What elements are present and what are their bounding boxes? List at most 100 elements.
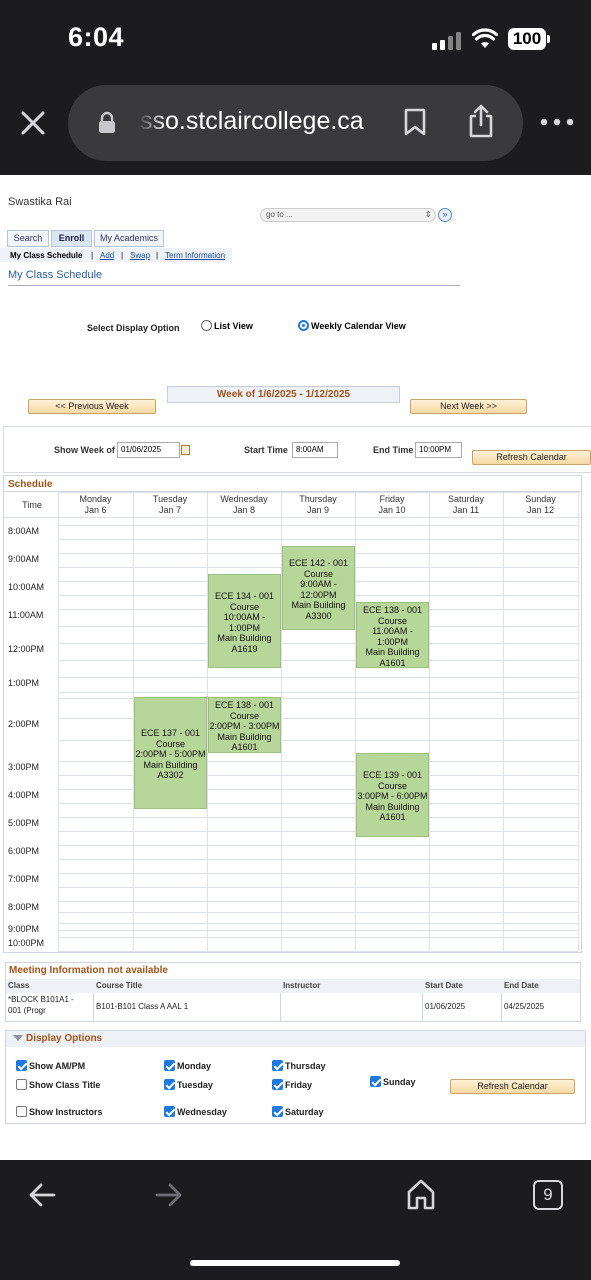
day-name: Thursday	[299, 494, 337, 504]
time-label: 8:00PM	[8, 902, 40, 912]
thursday-checkbox[interactable]	[272, 1060, 283, 1071]
tab-my-academics[interactable]: My Academics	[94, 230, 164, 247]
event-line: A3300	[305, 610, 332, 621]
grid-row-line	[58, 901, 578, 902]
refresh-calendar-button[interactable]: Refresh Calendar	[472, 450, 591, 465]
weekly-calendar-view-radio[interactable]	[298, 320, 309, 331]
event-line: 9:00AM -	[300, 579, 337, 589]
show-week-input[interactable]: 01/06/2025	[117, 442, 180, 458]
time-label: 6:00PM	[8, 846, 40, 856]
day-date: Jan 6	[84, 505, 107, 515]
url-fade	[138, 103, 166, 143]
day-date: Jan 11	[452, 505, 480, 515]
time-label: 7:00PM	[8, 874, 40, 884]
event-line: ECE 134 - 001	[214, 591, 275, 601]
forward-arrow-icon[interactable]	[155, 1182, 183, 1208]
grid-row-line	[58, 937, 578, 938]
time-label: 9:00PM	[8, 924, 40, 934]
address-bar[interactable]: sso.stclaircollege.ca	[68, 85, 523, 161]
tuesday-label: Tuesday	[177, 1080, 213, 1090]
bookmark-icon[interactable]	[404, 108, 426, 136]
more-icon[interactable]	[540, 118, 574, 126]
sunday-checkbox[interactable]	[370, 1076, 381, 1087]
grid-row-line	[58, 912, 578, 913]
column-header-course-title: Course Title	[96, 981, 143, 990]
day-date: Jan 7	[158, 505, 182, 515]
goto-button[interactable]: »	[438, 208, 452, 222]
event-line: A1619	[231, 643, 258, 654]
day-header-saturday: Saturday Jan 11	[429, 494, 503, 516]
home-icon[interactable]	[406, 1178, 436, 1210]
title-divider	[8, 285, 460, 286]
event-line: Main Building	[143, 759, 198, 770]
previous-week-button[interactable]: << Previous Week	[28, 399, 156, 414]
column-header-class: Class	[8, 981, 30, 990]
column-divider	[501, 993, 502, 1021]
monday-checkbox[interactable]	[164, 1060, 175, 1071]
wednesday-label: Wednesday	[177, 1107, 227, 1117]
class-event[interactable]: ECE 138 - 001 Course 11:00AM -1:00PM Main B…	[356, 602, 429, 668]
tuesday-checkbox[interactable]	[164, 1079, 175, 1090]
subnav-link-term-information[interactable]: Term Information	[165, 251, 225, 260]
class-event[interactable]: ECE 139 - 001 Course 3:00PM - 6:00PM Main B…	[356, 753, 429, 837]
end-time-input[interactable]: 10:00PM	[415, 442, 462, 458]
time-label: 4:00PM	[8, 790, 40, 800]
show-class-title-checkbox[interactable]	[16, 1079, 27, 1090]
student-name: Swastika Rai	[8, 196, 72, 208]
day-name: Friday	[379, 494, 405, 504]
event-line: ECE 138 - 001	[214, 700, 275, 710]
class-event[interactable]: ECE 137 - 001 Course 2:00PM - 5:00PM Main B…	[134, 697, 207, 809]
close-icon[interactable]	[20, 110, 46, 136]
grid-row-line	[58, 873, 578, 874]
collapse-triangle-icon[interactable]	[13, 1035, 23, 1041]
event-line: ECE 142 - 001	[288, 558, 349, 568]
sub-navigation: My Class Schedule | Add | Swap | Term In…	[0, 248, 232, 262]
column-divider	[422, 993, 423, 1021]
subnav-link-swap[interactable]: Swap	[130, 251, 150, 260]
event-line: A3302	[157, 770, 184, 780]
refresh-calendar-button[interactable]: Refresh Calendar	[450, 1079, 575, 1094]
event-line: Course	[377, 780, 407, 791]
day-date: Jan 8	[232, 505, 256, 515]
list-view-radio[interactable]	[201, 320, 212, 331]
next-week-button[interactable]: Next Week >>	[410, 399, 527, 414]
day-header-sunday: Sunday Jan 12	[503, 494, 578, 516]
show-instructors-checkbox[interactable]	[16, 1106, 27, 1117]
share-icon[interactable]	[468, 104, 494, 138]
show-am-pm-checkbox[interactable]	[16, 1060, 27, 1071]
wednesday-checkbox[interactable]	[164, 1106, 175, 1117]
tab-enroll[interactable]: Enroll	[51, 230, 92, 247]
show-week-label: Show Week of	[54, 445, 115, 455]
grid-row-line	[4, 517, 581, 518]
class-event[interactable]: ECE 134 - 001 Course 10:00AM -1:00PM Main B…	[208, 574, 281, 668]
show-class-title-label: Show Class Title	[29, 1080, 101, 1090]
back-arrow-icon[interactable]	[28, 1182, 56, 1208]
time-label: 10:00AM	[8, 582, 45, 592]
calendar-icon[interactable]	[181, 445, 190, 455]
meeting-info-title: Meeting Information not available	[9, 965, 168, 976]
cell-course-title: B101-B101 Class A AAL 1	[96, 1002, 189, 1011]
friday-checkbox[interactable]	[272, 1079, 283, 1090]
class-event[interactable]: ECE 142 - 001 Course 9:00AM -12:00PM Main B…	[282, 546, 355, 630]
event-line: Course	[303, 568, 333, 579]
grid-row-line	[58, 677, 578, 678]
day-name: Wednesday	[220, 494, 268, 504]
tab-search[interactable]: Search	[7, 230, 49, 247]
subnav-link-add[interactable]: Add	[100, 251, 114, 260]
event-line: Main Building	[217, 633, 272, 643]
time-label: 10:00PM	[8, 938, 45, 948]
day-name: Saturday	[447, 494, 485, 504]
class-event[interactable]: ECE 138 - 001 Course 2:00PM - 3:00PM Main B…	[208, 697, 281, 753]
cell-class-line1: *BLOCK B101A1 -	[8, 995, 74, 1004]
tabs-icon[interactable]: 9	[533, 1180, 563, 1210]
time-label: 3:00PM	[8, 762, 40, 772]
goto-select[interactable]: go to ...	[260, 208, 436, 222]
saturday-checkbox[interactable]	[272, 1106, 283, 1117]
start-time-input[interactable]: 8:00AM	[292, 442, 338, 458]
cell-end-date: 04/25/2025	[504, 1002, 545, 1011]
display-options-title[interactable]: Display Options	[26, 1033, 102, 1044]
day-header-thursday: Thursday Jan 9	[281, 494, 355, 516]
grid-row-line	[58, 859, 578, 860]
time-label: 12:00PM	[8, 644, 45, 654]
time-label: 8:00AM	[8, 526, 40, 536]
